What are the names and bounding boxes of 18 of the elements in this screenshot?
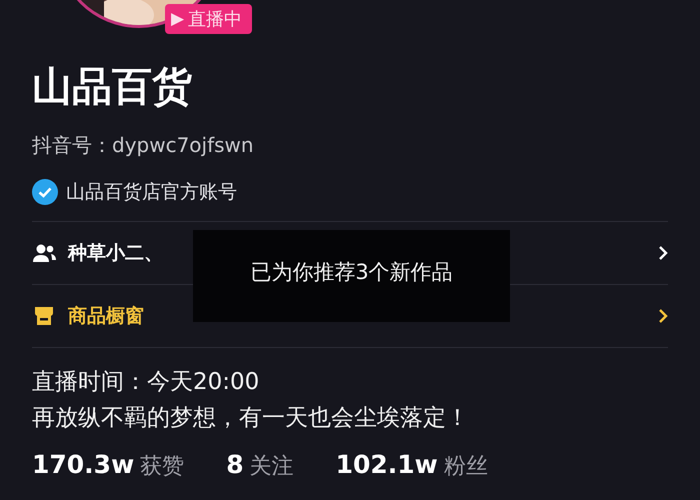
chevron-icon[interactable] (658, 308, 668, 324)
live-badge[interactable]: ▶ 直播中 (165, 4, 252, 34)
people-icon (32, 243, 56, 263)
stat-label: 关注 (250, 453, 294, 481)
verification-label: 山品百货店官方账号 (66, 180, 237, 205)
douyin-id: 抖音号：dypwc7ojfswn (32, 132, 255, 159)
stat-value: 8 (226, 450, 244, 480)
stat-value: 170.3w (32, 450, 134, 480)
stat-value: 102.1w (336, 450, 438, 480)
storefront-icon (32, 304, 56, 328)
toast-message: 已为你推荐3个新作品 (250, 259, 453, 286)
account-name: 山品百货 (32, 63, 193, 112)
bio-text: 再放纵不羁的梦想，有一天也会尘埃落定！ (32, 404, 470, 433)
play-icon: ▶ (171, 9, 184, 29)
bio-text: 直播时间：今天20:00 (32, 368, 260, 397)
live-label: 直播中 (188, 8, 242, 31)
stat-label: 粉丝 (444, 453, 488, 481)
stat-label: 获赞 (140, 453, 184, 481)
